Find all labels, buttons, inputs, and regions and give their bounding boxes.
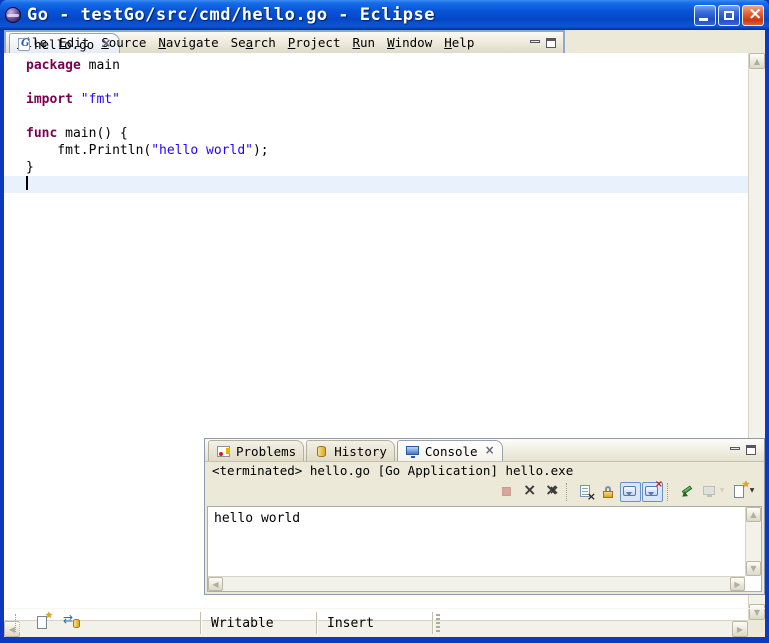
- console-tab[interactable]: Console: [397, 440, 503, 461]
- close-console-icon[interactable]: [485, 446, 495, 457]
- window-controls: [694, 5, 764, 26]
- console-panel: Problems History Console <terminated> he…: [204, 438, 765, 595]
- maximize-editor-icon: [546, 38, 556, 48]
- code-line: [26, 108, 748, 125]
- window-title: Go - testGo/src/cmd/hello.go - Eclipse: [27, 5, 435, 25]
- scroll-up-icon[interactable]: ▲: [749, 53, 765, 69]
- remove-all-launches-icon: ××: [543, 484, 560, 500]
- remove-launch-button[interactable]: ×: [519, 481, 540, 503]
- terminate-button[interactable]: [497, 481, 518, 503]
- code-line: }: [26, 159, 748, 176]
- minimize-console-icon: [730, 447, 740, 450]
- console-header: Problems History Console: [205, 439, 764, 462]
- minimize-console-button[interactable]: [729, 444, 743, 457]
- status-trim: ★ ⇄: [4, 612, 200, 634]
- trim-synchronize-button[interactable]: ⇄: [62, 612, 83, 634]
- maximize-console-button[interactable]: [745, 444, 759, 457]
- eclipse-logo-icon: [5, 7, 21, 23]
- display-console-icon: [701, 484, 718, 500]
- remove-all-launches-button[interactable]: ××: [541, 481, 562, 503]
- minimize-button[interactable]: [694, 5, 716, 26]
- code-line: func main() {: [26, 125, 748, 142]
- clear-console-button[interactable]: ×: [576, 481, 597, 503]
- menu-run[interactable]: Run: [346, 33, 381, 52]
- problems-tab-label: Problems: [236, 444, 296, 459]
- history-tab-label: History: [334, 444, 387, 459]
- maximize-console-icon: [746, 445, 756, 455]
- maximize-editor-button[interactable]: [545, 37, 559, 50]
- go-file-icon: [18, 38, 30, 51]
- clear-console-icon: ×: [578, 484, 595, 500]
- show-stdout-button[interactable]: [620, 482, 641, 502]
- close-button[interactable]: [742, 5, 764, 26]
- code-line: [26, 74, 748, 91]
- display-selected-console-button[interactable]: [699, 481, 728, 503]
- menu-search[interactable]: Search: [225, 33, 282, 52]
- menu-project[interactable]: Project: [282, 33, 347, 52]
- menu-navigate[interactable]: Navigate: [152, 33, 224, 52]
- stderr-bubble-icon: ×: [644, 484, 661, 500]
- menu-help[interactable]: Help: [438, 33, 480, 52]
- problems-tab[interactable]: Problems: [208, 440, 304, 461]
- current-line: [4, 176, 748, 193]
- menu-bar: File Edit Source Navigate Search Project…: [4, 30, 765, 55]
- menu-edit[interactable]: Edit: [53, 33, 95, 52]
- close-icon: [743, 6, 763, 25]
- trim-page-icon: ★: [34, 615, 51, 631]
- trim-drag-handle[interactable]: [15, 614, 20, 632]
- scroll-left-icon[interactable]: ◀: [208, 577, 223, 591]
- scroll-down-icon[interactable]: ▼: [746, 561, 761, 576]
- text-caret: [26, 176, 28, 190]
- console-horizontal-scrollbar[interactable]: ◀ ▶: [208, 576, 745, 591]
- window-client-area: File Edit Source Navigate Search Project…: [4, 30, 765, 637]
- writable-indicator: Writable: [202, 616, 316, 631]
- toolbar-separator: [667, 483, 673, 501]
- scroll-up-icon[interactable]: ▲: [746, 507, 761, 522]
- scroll-lock-icon: [600, 484, 617, 500]
- minimize-editor-icon: [530, 40, 540, 43]
- console-tab-label: Console: [425, 444, 478, 459]
- trim-synchronize-icon: ⇄: [64, 615, 81, 631]
- scroll-lock-button[interactable]: [598, 481, 619, 503]
- console-vertical-scrollbar[interactable]: ▲ ▼: [745, 507, 761, 576]
- scroll-right-icon[interactable]: ▶: [730, 577, 745, 591]
- console-toolbar: × ×× × × ★: [205, 479, 764, 504]
- status-separator: [432, 612, 434, 634]
- code-line: import "fmt": [26, 91, 748, 108]
- insert-mode-indicator: Insert: [318, 616, 432, 631]
- close-tab-icon[interactable]: [101, 39, 111, 50]
- problems-icon: [216, 444, 232, 459]
- terminate-icon: [499, 484, 516, 500]
- minimize-icon: [699, 18, 708, 21]
- stdout-bubble-icon: [622, 484, 639, 500]
- console-output-text: hello world: [208, 507, 761, 531]
- pin-console-icon: [679, 484, 696, 500]
- display-console-dropdown-icon: [718, 484, 726, 499]
- show-stderr-button[interactable]: ×: [642, 482, 663, 502]
- code-line: fmt.Println("hello world");: [26, 142, 748, 159]
- trim-new-wizard-button[interactable]: ★: [32, 612, 53, 634]
- pin-console-button[interactable]: [677, 481, 698, 503]
- code-line: package main: [26, 57, 748, 74]
- console-status-line: <terminated> hello.go [Go Application] h…: [205, 462, 764, 479]
- history-icon: [314, 444, 330, 459]
- toolbar-separator: [566, 483, 572, 501]
- maximize-icon: [724, 11, 734, 20]
- console-icon: [405, 444, 421, 459]
- open-console-button[interactable]: ★: [729, 481, 758, 503]
- editor-panel: hello.go package main import "fmt" func …: [4, 30, 565, 352]
- console-output-area[interactable]: hello world ▲ ▼ ◀ ▶: [207, 506, 762, 592]
- menu-window[interactable]: Window: [381, 33, 438, 52]
- history-tab[interactable]: History: [306, 440, 395, 461]
- remove-launch-icon: ×: [521, 484, 538, 500]
- status-bar: ★ ⇄ Writable Insert: [4, 608, 765, 637]
- status-drag-handle[interactable]: [436, 614, 440, 632]
- minimize-editor-button[interactable]: [529, 37, 543, 50]
- title-bar[interactable]: Go - testGo/src/cmd/hello.go - Eclipse: [0, 0, 769, 30]
- open-console-icon: ★: [731, 484, 748, 500]
- maximize-button[interactable]: [718, 5, 740, 26]
